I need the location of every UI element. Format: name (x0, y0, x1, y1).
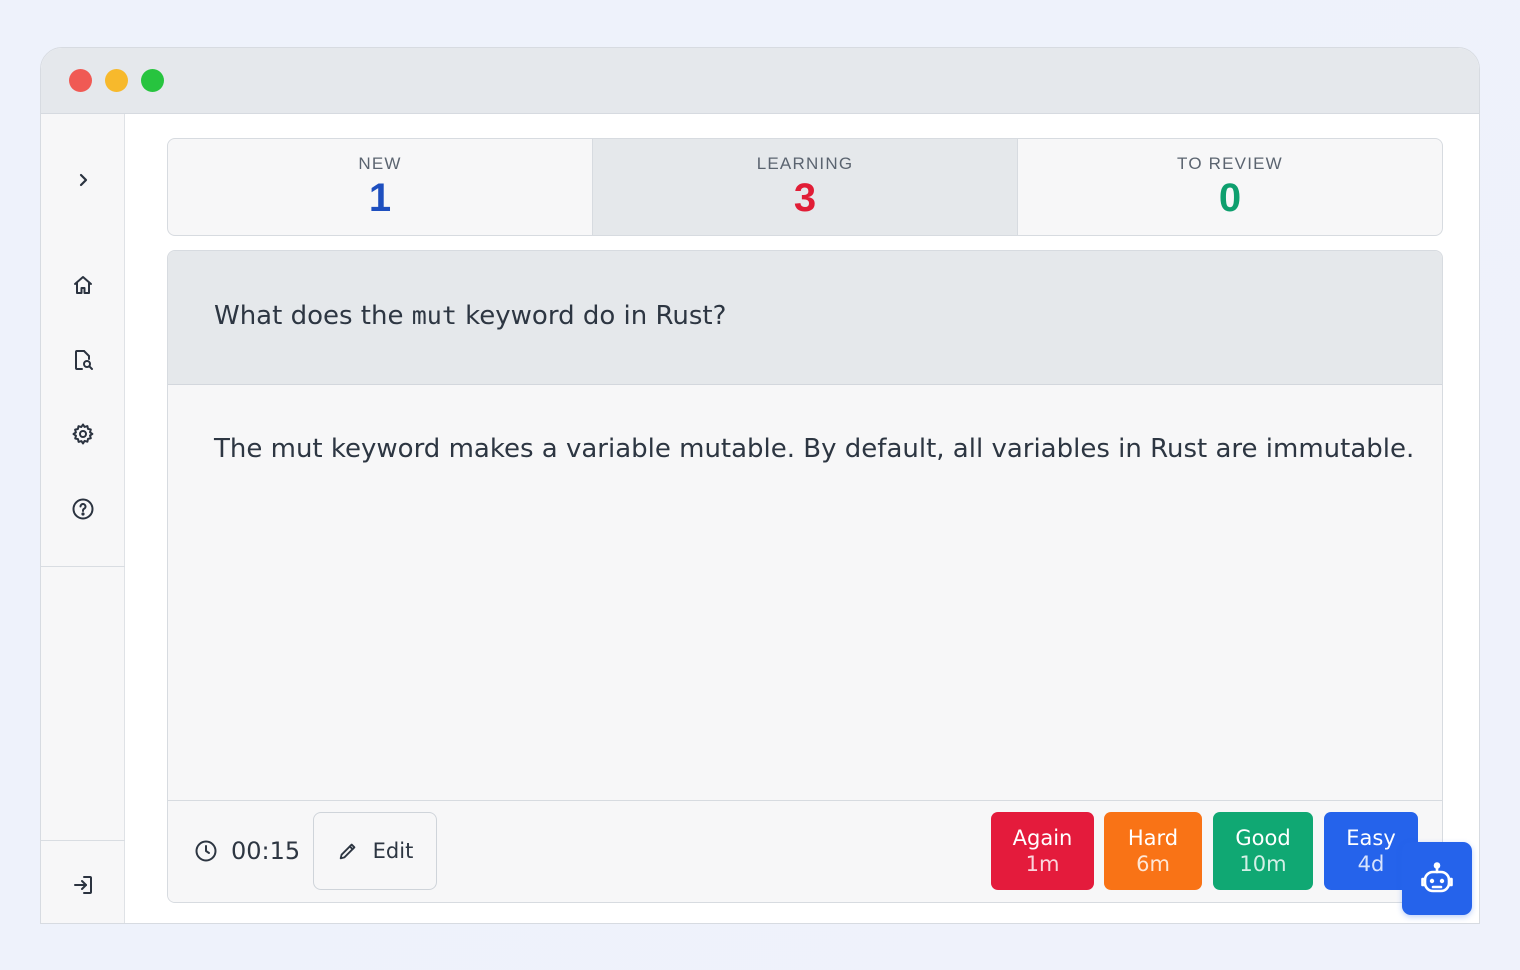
rate-good-interval: 10m (1239, 852, 1287, 876)
assistant-button[interactable] (1402, 842, 1472, 915)
question-text: What does the mut keyword do in Rust? (214, 301, 726, 331)
rate-good-label: Good (1235, 826, 1291, 850)
rate-good-button[interactable]: Good 10m (1213, 812, 1313, 890)
question-text-start: What does the (214, 301, 412, 331)
flashcard: What does the mut keyword do in Rust? Th… (167, 250, 1443, 903)
sidebar-item-logout[interactable] (41, 865, 125, 905)
sidebar (41, 114, 125, 923)
clock-icon (195, 840, 217, 862)
question-text-end: keyword do in Rust? (456, 301, 727, 331)
card-footer: 00:15 Edit Again 1m Hard 6m Good 10m Eas… (168, 800, 1442, 902)
card-question: What does the mut keyword do in Rust? (168, 251, 1442, 385)
minimize-window-button[interactable] (105, 69, 128, 92)
question-code: mut (411, 301, 457, 330)
edit-label: Edit (372, 839, 414, 863)
stat-review: TO REVIEW 0 (1018, 139, 1442, 235)
sidebar-item-settings[interactable] (41, 414, 125, 454)
stat-learning-count: 3 (793, 176, 817, 220)
rate-again-interval: 1m (1025, 852, 1060, 876)
sidebar-item-browse[interactable] (41, 340, 125, 380)
maximize-window-button[interactable] (141, 69, 164, 92)
gear-icon (72, 423, 94, 445)
help-icon (72, 498, 94, 520)
rate-hard-label: Hard (1127, 826, 1179, 850)
pencil-icon (339, 843, 355, 860)
rate-again-label: Again (1012, 826, 1073, 850)
stat-review-count: 0 (1218, 176, 1242, 220)
rate-hard-button[interactable]: Hard 6m (1104, 812, 1202, 890)
expand-sidebar-button[interactable] (41, 160, 125, 200)
rate-easy-interval: 4d (1357, 852, 1385, 876)
timer: 00:15 (194, 837, 300, 865)
rate-hard-interval: 6m (1136, 852, 1170, 876)
stat-new: NEW 1 (168, 139, 593, 235)
app-window: NEW 1 LEARNING 3 TO REVIEW 0 What does t… (40, 47, 1480, 924)
stat-learning: LEARNING 3 (593, 139, 1018, 235)
stat-new-count: 1 (368, 176, 392, 220)
home-icon (74, 276, 92, 294)
sidebar-divider (41, 840, 125, 841)
sidebar-item-home[interactable] (41, 265, 125, 305)
sidebar-divider (41, 566, 125, 567)
robot-icon (1421, 861, 1453, 892)
study-stats: NEW 1 LEARNING 3 TO REVIEW 0 (167, 138, 1443, 236)
browse-search-icon (75, 350, 93, 370)
rate-easy-label: Easy (1346, 826, 1396, 850)
timer-value: 00:15 (231, 837, 301, 865)
stat-review-label: TO REVIEW (1177, 154, 1283, 173)
chevron-right-icon (79, 173, 88, 187)
main-area: NEW 1 LEARNING 3 TO REVIEW 0 What does t… (125, 114, 1479, 923)
rate-again-button[interactable]: Again 1m (991, 812, 1094, 890)
edit-button[interactable]: Edit (313, 812, 437, 890)
stat-learning-label: LEARNING (756, 154, 854, 173)
close-window-button[interactable] (69, 69, 92, 92)
sidebar-item-help[interactable] (41, 489, 125, 529)
card-answer: The mut keyword makes a variable mutable… (214, 434, 1415, 464)
logout-icon (74, 876, 92, 894)
title-bar (41, 48, 1479, 114)
stat-new-label: NEW (358, 154, 402, 173)
